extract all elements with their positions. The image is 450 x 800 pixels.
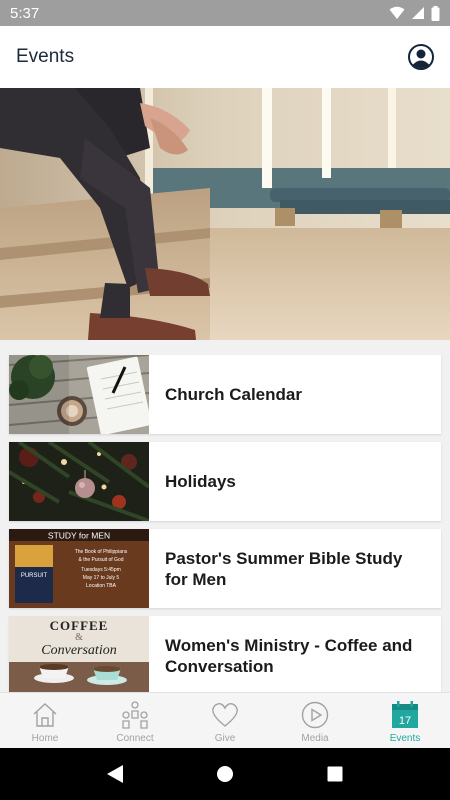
calendar-badge: 17 (399, 715, 411, 727)
nav-label: Connect (116, 733, 154, 744)
event-thumbnail: COFFEE & Conversation (9, 616, 149, 695)
event-title: Pastor's Summer Bible Study for Men (165, 548, 403, 589)
nav-connect[interactable]: Connect (90, 693, 180, 748)
hero-image (0, 88, 450, 340)
nav-home[interactable]: Home (0, 693, 90, 748)
event-card-church-calendar[interactable]: Church Calendar (9, 355, 441, 434)
status-time: 5:37 (10, 4, 40, 22)
thumb-line-5: Location TBA (86, 583, 117, 589)
calendar-icon: 17 (390, 700, 420, 730)
profile-button[interactable] (408, 44, 434, 70)
event-thumbnail: STUDY for MEN PURSUIT The Book of Philip… (9, 529, 149, 608)
thumb-line-2: & the Pursuit of God (78, 557, 123, 563)
thumb-ampersand: & (75, 632, 83, 643)
event-card-holidays[interactable]: Holidays (9, 442, 441, 521)
event-thumbnail (9, 355, 149, 434)
play-icon (300, 700, 330, 730)
home-circle-icon (217, 766, 233, 782)
event-title: Women's Ministry - Coffee and Conversati… (165, 635, 413, 676)
system-nav-bar (0, 748, 450, 800)
thumb-heading: STUDY for MEN (48, 531, 110, 541)
nav-label: Give (214, 733, 236, 744)
thumb-coffee-word: COFFEE (50, 618, 109, 633)
thumb-line-3: Tuesdays 5:45pm (81, 567, 121, 573)
status-bar: 5:37 (0, 0, 450, 26)
battery-icon (431, 5, 440, 21)
nav-events[interactable]: 17 Events (360, 693, 450, 748)
event-title: Church Calendar (165, 385, 302, 404)
page-title: Events (16, 46, 75, 67)
app-screen: 5:37 Events Church Calendar Holidays STU… (0, 0, 450, 800)
recents-icon (327, 766, 343, 782)
app-bar: Events (0, 26, 450, 88)
status-icons (389, 5, 440, 21)
thumb-conversation-word: Conversation (41, 643, 116, 658)
event-card-bible-study[interactable]: STUDY for MEN PURSUIT The Book of Philip… (9, 529, 441, 608)
bottom-nav: Home Connect Give Media 17 Events (0, 692, 450, 748)
nav-label: Events (389, 733, 421, 744)
event-list: Church Calendar Holidays STUDY for MEN P… (9, 355, 441, 703)
thumb-book-word: PURSUIT (21, 573, 48, 579)
back-icon (107, 765, 123, 783)
signal-icon (412, 7, 424, 19)
wifi-icon (389, 6, 405, 19)
recents-button[interactable] (323, 762, 347, 786)
nav-label: Home (31, 733, 59, 744)
home-icon (30, 700, 60, 730)
event-card-womens-ministry[interactable]: COFFEE & Conversation Women's Ministry -… (9, 616, 441, 695)
thumb-line-4: May 17 to July 5 (83, 575, 120, 581)
thumb-line-1: The Book of Philippians (75, 549, 128, 555)
back-button[interactable] (103, 762, 127, 786)
heart-icon (210, 700, 240, 730)
nav-label: Media (301, 733, 329, 744)
nav-media[interactable]: Media (270, 693, 360, 748)
profile-icon (408, 44, 434, 70)
event-thumbnail (9, 442, 149, 521)
nav-give[interactable]: Give (180, 693, 270, 748)
event-title: Holidays (165, 472, 236, 491)
home-button[interactable] (213, 762, 237, 786)
connect-icon (120, 700, 150, 730)
